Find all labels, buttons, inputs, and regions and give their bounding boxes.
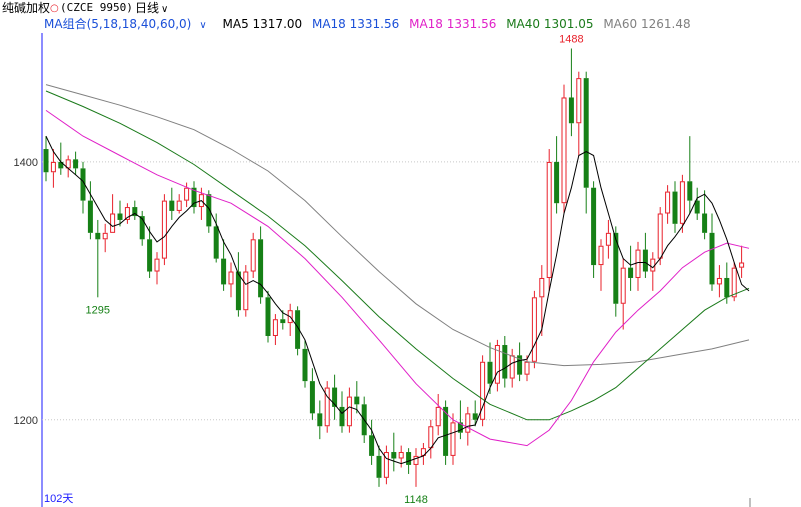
annotation-label: 1148: [404, 494, 428, 506]
price-tick-label: 1200: [14, 415, 38, 427]
candle[interactable]: [250, 232, 256, 278]
candle[interactable]: [265, 290, 271, 343]
candle[interactable]: [154, 252, 160, 285]
candle[interactable]: [598, 239, 604, 291]
candle[interactable]: [65, 155, 71, 178]
candle[interactable]: [546, 149, 552, 291]
price-tick-labels: 1400 1200: [14, 157, 38, 427]
candle[interactable]: [531, 290, 537, 369]
candle[interactable]: [642, 232, 648, 278]
candle[interactable]: [398, 445, 404, 468]
candle[interactable]: [309, 368, 315, 420]
candlestick-chart[interactable]: 1400 1200 1488 1295 1148 102天: [0, 0, 801, 507]
candle[interactable]: [413, 448, 419, 487]
candle[interactable]: [324, 381, 330, 433]
candle[interactable]: [50, 149, 56, 188]
candle[interactable]: [694, 187, 700, 220]
ma18-line: [45, 109, 750, 447]
candle[interactable]: [95, 219, 101, 298]
candle[interactable]: [110, 194, 116, 233]
candle[interactable]: [576, 71, 582, 156]
candle[interactable]: [665, 185, 671, 224]
candle[interactable]: [650, 252, 656, 291]
day-count-label: 102天: [44, 493, 73, 505]
candle[interactable]: [391, 432, 397, 472]
grid-lines: [42, 161, 801, 421]
candle[interactable]: [561, 84, 567, 214]
moving-average-lines: [45, 84, 750, 465]
candle[interactable]: [243, 265, 249, 317]
candle[interactable]: [228, 262, 234, 298]
candle[interactable]: [376, 445, 382, 487]
candle[interactable]: [258, 226, 264, 304]
candle[interactable]: [435, 394, 441, 436]
candle[interactable]: [272, 314, 278, 346]
candle[interactable]: [494, 339, 500, 392]
candle[interactable]: [132, 200, 138, 220]
candle[interactable]: [509, 348, 515, 388]
candle[interactable]: [591, 181, 597, 278]
candle[interactable]: [620, 258, 626, 330]
candle[interactable]: [73, 151, 79, 175]
candle[interactable]: [191, 181, 197, 214]
candle[interactable]: [87, 181, 93, 240]
candle[interactable]: [317, 400, 323, 440]
candle[interactable]: [443, 400, 449, 465]
candle[interactable]: [605, 219, 611, 259]
candle[interactable]: [124, 203, 130, 224]
candle[interactable]: [287, 303, 293, 336]
candle[interactable]: [161, 194, 167, 266]
candle[interactable]: [568, 48, 574, 137]
candle[interactable]: [428, 419, 434, 459]
candle[interactable]: [176, 194, 182, 214]
candle[interactable]: [383, 445, 389, 485]
candle[interactable]: [583, 71, 589, 214]
annotation-label: 1488: [559, 33, 583, 45]
candle[interactable]: [332, 374, 338, 420]
price-annotations: 1488 1295 1148: [86, 33, 584, 505]
candle[interactable]: [554, 136, 560, 214]
candle[interactable]: [716, 265, 722, 298]
candle[interactable]: [235, 252, 241, 317]
candle[interactable]: [102, 223, 108, 253]
candle[interactable]: [502, 335, 508, 388]
candle[interactable]: [672, 181, 678, 233]
candle[interactable]: [487, 342, 493, 395]
candle[interactable]: [169, 187, 175, 220]
candle[interactable]: [472, 400, 478, 427]
candle[interactable]: [709, 213, 715, 291]
candle[interactable]: [687, 136, 693, 214]
candle[interactable]: [221, 239, 227, 291]
candle[interactable]: [539, 265, 545, 336]
candle[interactable]: [139, 210, 145, 246]
candle[interactable]: [480, 355, 486, 427]
candle[interactable]: [302, 339, 308, 388]
candle[interactable]: [517, 342, 523, 382]
candle[interactable]: [628, 245, 634, 291]
candle[interactable]: [43, 136, 49, 182]
price-tick-label: 1400: [14, 157, 38, 169]
ma60-line: [45, 84, 750, 367]
candle[interactable]: [346, 387, 352, 433]
candle[interactable]: [369, 419, 375, 465]
ma5-line: [45, 135, 750, 465]
candle[interactable]: [635, 241, 641, 291]
annotation-label: 1295: [86, 304, 110, 316]
candle[interactable]: [739, 245, 745, 278]
candle[interactable]: [80, 161, 86, 214]
candle[interactable]: [702, 190, 708, 240]
